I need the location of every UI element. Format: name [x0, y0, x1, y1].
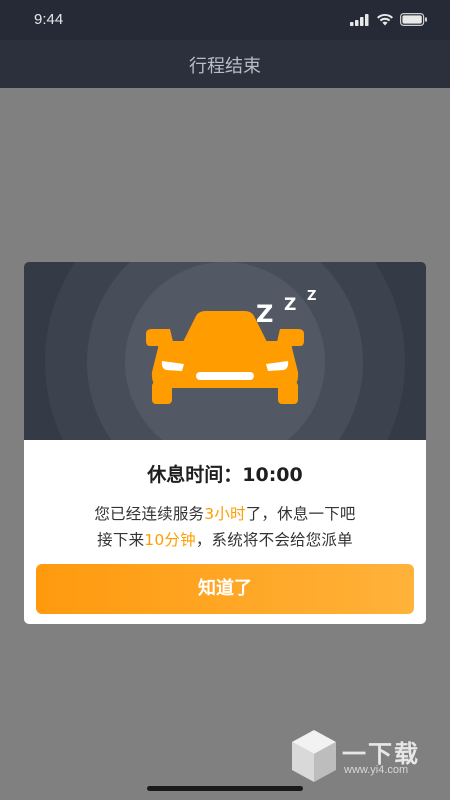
sleep-z-large: Z — [256, 300, 273, 328]
cube-logo-icon — [292, 730, 336, 782]
sleep-z-medium: Z — [284, 295, 296, 315]
confirm-button[interactable]: 知道了 — [36, 564, 414, 614]
rest-message-line-2: 接下来10分钟，系统将不会给您派单 — [24, 528, 426, 550]
message-text: 您已经连续服务 — [94, 505, 205, 523]
status-bar: 9:44 — [0, 0, 450, 40]
watermark-url: www.yi4.com — [344, 764, 409, 776]
status-icons — [350, 11, 428, 30]
wifi-icon — [376, 11, 394, 30]
rest-duration: 10分钟 — [144, 531, 196, 549]
rest-dialog: Z Z Z 休息时间：10:00 您已经连续服务3小时了，休息一下吧 接下来10… — [24, 262, 426, 624]
rest-time-value: 10:00 — [242, 464, 303, 486]
message-text: ，系统将不会给您派单 — [195, 531, 353, 549]
message-text: 接下来 — [97, 531, 145, 549]
signal-icon — [350, 11, 370, 30]
rest-message-line-1: 您已经连续服务3小时了，休息一下吧 — [24, 502, 426, 524]
home-indicator — [147, 786, 303, 791]
rest-illustration: Z Z Z — [24, 262, 426, 440]
battery-icon — [400, 11, 428, 30]
sleep-z-small: Z — [307, 289, 316, 304]
service-duration: 3小时 — [204, 505, 246, 523]
nav-bar: 行程结束 — [0, 40, 450, 88]
watermark: 一下载 www.yi4.com — [288, 726, 438, 786]
message-text: 了，休息一下吧 — [245, 505, 356, 523]
status-time: 9:44 — [34, 11, 64, 28]
rest-time-heading: 休息时间：10:00 — [24, 460, 426, 487]
car-illustration: Z Z Z — [24, 262, 426, 440]
page-title: 行程结束 — [189, 56, 261, 77]
rest-time-label: 休息时间： — [147, 464, 243, 486]
